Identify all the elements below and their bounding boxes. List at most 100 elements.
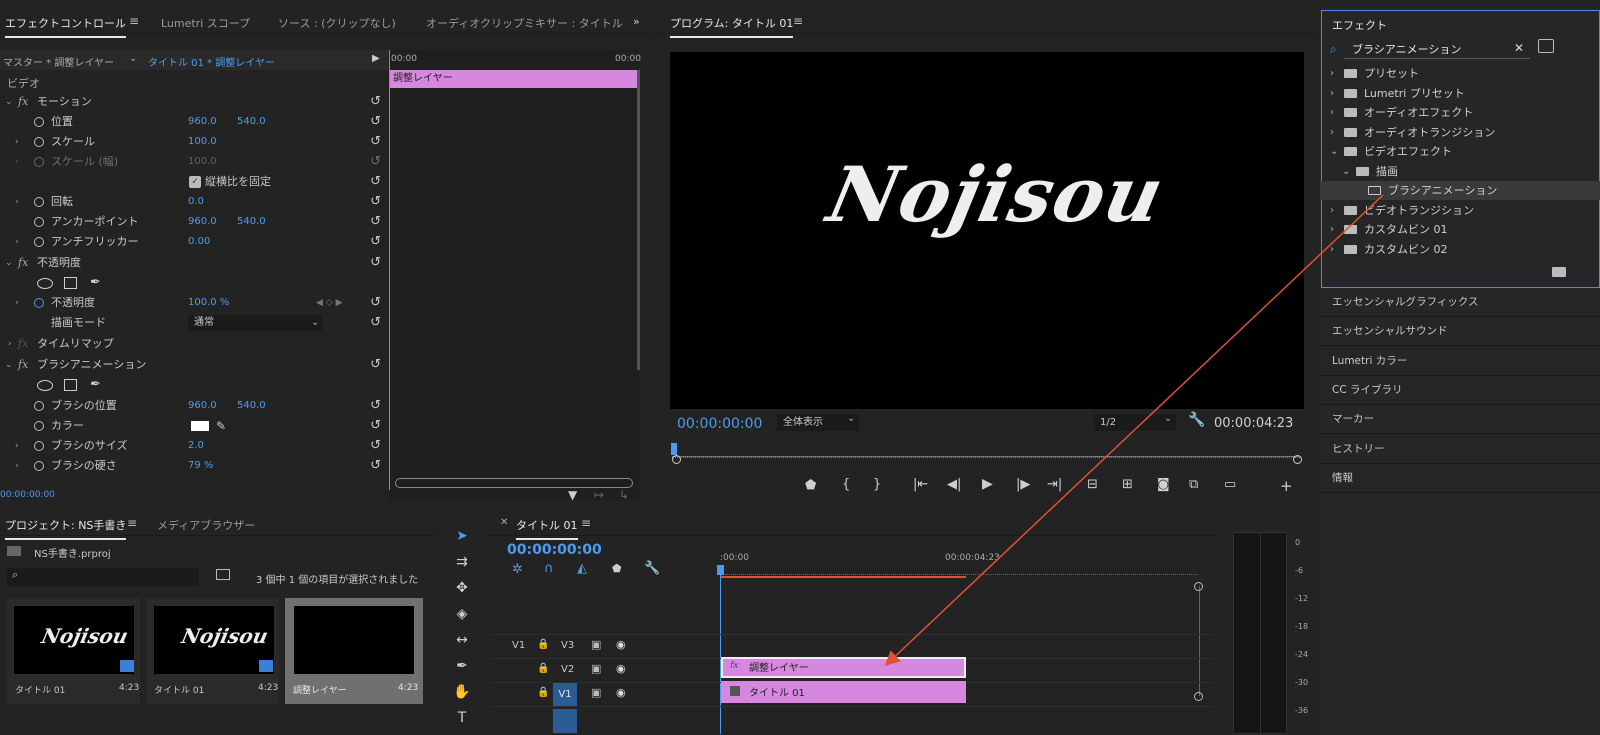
- sync-lock-icon[interactable]: ▣: [591, 686, 601, 699]
- collapsed-panel-header[interactable]: エッセンシャルグラフィックス: [1320, 288, 1600, 317]
- project-search-input[interactable]: [7, 568, 199, 586]
- ec-export-icon[interactable]: ↦: [594, 488, 604, 502]
- brush-hardness-value[interactable]: 79 %: [188, 456, 213, 476]
- ellipse-mask-icon[interactable]: [37, 380, 53, 391]
- go-to-in-icon[interactable]: |⇤: [913, 477, 928, 492]
- collapsed-panel-header[interactable]: 情報: [1320, 464, 1600, 493]
- stopwatch-icon[interactable]: [34, 421, 44, 431]
- tab-source[interactable]: ソース : (クリップなし): [278, 15, 396, 31]
- sync-lock-icon[interactable]: ▣: [591, 638, 601, 651]
- pen-tool-icon[interactable]: ✒: [452, 656, 472, 676]
- collapsed-panel-header[interactable]: ヒストリー: [1320, 435, 1600, 464]
- eye-icon[interactable]: ◉: [616, 662, 626, 675]
- timeline-timecode[interactable]: 00:00:00:00: [507, 542, 602, 558]
- program-playhead[interactable]: [671, 443, 677, 455]
- chevron-down-icon[interactable]: ⌄: [5, 92, 13, 112]
- rotation-value[interactable]: 0.0: [188, 192, 204, 212]
- playhead-handle[interactable]: [717, 565, 724, 575]
- track-select-tool-icon[interactable]: ⇉: [452, 552, 472, 572]
- eyedropper-icon[interactable]: ✎: [216, 416, 226, 436]
- settings-wrench-icon[interactable]: 🔧: [1188, 412, 1205, 428]
- position-x-value[interactable]: 960.0: [188, 112, 217, 132]
- lift-icon[interactable]: ⊟: [1087, 477, 1098, 492]
- program-zoom-bar[interactable]: [672, 456, 1300, 465]
- uniform-scale-checkbox[interactable]: ✓: [189, 176, 201, 188]
- anchor-x-value[interactable]: 960.0: [188, 212, 217, 232]
- stopwatch-icon[interactable]: [34, 237, 44, 247]
- chevron-down-icon[interactable]: ⌄: [5, 253, 13, 273]
- stopwatch-icon[interactable]: [34, 217, 44, 227]
- type-tool-icon[interactable]: T: [452, 708, 472, 728]
- fx-icon[interactable]: fx: [18, 253, 28, 273]
- tab-media-browser[interactable]: メディアブラウザー: [157, 517, 255, 533]
- tab-lumetri-scopes[interactable]: Lumetri スコープ: [161, 15, 250, 31]
- effects-tree-item[interactable]: ⌄ ビデオエフェクト: [1320, 142, 1600, 161]
- close-icon[interactable]: ✕: [500, 517, 508, 528]
- extract-icon[interactable]: ⊞: [1122, 477, 1133, 492]
- source-patch[interactable]: V1: [512, 640, 525, 651]
- project-item-3[interactable]: 調整レイヤー 4:23: [285, 598, 423, 704]
- effects-tree-item[interactable]: › ビデオトランジション: [1320, 201, 1600, 220]
- reset-icon[interactable]: ↺: [370, 253, 381, 273]
- ec-filter-icon[interactable]: ▼: [568, 488, 577, 502]
- effects-tree-item[interactable]: ブラシアニメーション: [1320, 181, 1600, 200]
- reset-icon[interactable]: ↺: [370, 436, 381, 456]
- lock-icon[interactable]: 🔒: [537, 663, 549, 674]
- master-clip-dropdown[interactable]: マスター * 調整レイヤー: [3, 54, 114, 69]
- pen-mask-icon[interactable]: ✒: [90, 375, 101, 395]
- reset-icon[interactable]: ↺: [370, 92, 381, 112]
- reset-icon[interactable]: ↺: [370, 293, 381, 313]
- chevron-down-icon[interactable]: ⌄: [5, 355, 13, 375]
- sync-lock-icon[interactable]: ▣: [591, 662, 601, 675]
- reset-icon[interactable]: ↺: [370, 355, 381, 375]
- row-brush-animation[interactable]: ⌄ fx ブラシアニメーション ↺: [0, 355, 388, 375]
- play-only-clip-icon[interactable]: ▶: [372, 53, 380, 64]
- razor-tool-icon[interactable]: ◈: [452, 604, 472, 624]
- reset-icon[interactable]: ↺: [370, 313, 381, 333]
- export-frame-icon[interactable]: ◙: [1157, 477, 1170, 492]
- work-area-bar[interactable]: [720, 576, 966, 578]
- stopwatch-icon[interactable]: [34, 117, 44, 127]
- row-opacity-group[interactable]: ⌄ fx 不透明度 ↺: [0, 253, 388, 273]
- eye-icon[interactable]: ◉: [616, 686, 626, 699]
- button-editor-icon[interactable]: +: [1280, 477, 1293, 495]
- ec-zoom-bar[interactable]: [395, 478, 633, 488]
- ec-clip-bar[interactable]: 調整レイヤー: [390, 70, 637, 88]
- mark-out-icon[interactable]: }: [873, 477, 881, 492]
- track-label[interactable]: V1: [553, 683, 577, 706]
- panel-menu-icon[interactable]: ≡: [581, 516, 591, 530]
- position-y-value[interactable]: 540.0: [237, 112, 266, 132]
- go-to-out-icon[interactable]: ⇥|: [1047, 477, 1062, 492]
- slip-tool-icon[interactable]: ↔: [452, 630, 472, 650]
- reset-icon[interactable]: ↺: [370, 172, 381, 192]
- new-folder-icon[interactable]: [1552, 267, 1566, 277]
- track-a1[interactable]: [490, 706, 1215, 734]
- step-back-icon[interactable]: ◀|: [947, 477, 961, 492]
- anchor-y-value[interactable]: 540.0: [237, 212, 266, 232]
- rectangle-mask-icon[interactable]: [64, 379, 77, 391]
- tab-effect-controls[interactable]: エフェクトコントロール: [5, 15, 126, 38]
- linked-selection-icon[interactable]: ◭: [577, 561, 587, 576]
- timeline-settings-icon[interactable]: 🔧: [644, 561, 660, 576]
- chevron-right-icon[interactable]: ›: [15, 436, 19, 456]
- ec-ripple-icon[interactable]: ↳: [619, 488, 629, 502]
- hand-tool-icon[interactable]: ✋: [452, 682, 472, 702]
- reset-icon[interactable]: ↺: [370, 112, 381, 132]
- brush-x-value[interactable]: 960.0: [188, 396, 217, 416]
- stopwatch-icon[interactable]: [34, 298, 44, 308]
- effects-tree-item[interactable]: › プリセット: [1320, 64, 1600, 83]
- tab-audio-clip-mixer[interactable]: オーディオクリップミキサー : タイトル: [426, 15, 623, 31]
- effects-tree-item[interactable]: › カスタムビン 02: [1320, 240, 1600, 259]
- ec-scrollbar[interactable]: [637, 70, 640, 370]
- anti-flicker-value[interactable]: 0.00: [188, 232, 210, 252]
- collapsed-panel-header[interactable]: マーカー: [1320, 405, 1600, 435]
- find-icon[interactable]: [216, 569, 230, 580]
- chevron-right-icon[interactable]: ›: [1330, 64, 1334, 83]
- opacity-value[interactable]: 100.0 %: [188, 293, 229, 313]
- track-label-partial[interactable]: [553, 709, 577, 733]
- lock-icon[interactable]: 🔒: [537, 687, 549, 698]
- chevron-right-icon[interactable]: ›: [1330, 103, 1334, 122]
- collapsed-panel-header[interactable]: CC ライブラリ: [1320, 376, 1600, 405]
- reset-icon[interactable]: ↺: [370, 232, 381, 252]
- brush-size-value[interactable]: 2.0: [188, 436, 204, 456]
